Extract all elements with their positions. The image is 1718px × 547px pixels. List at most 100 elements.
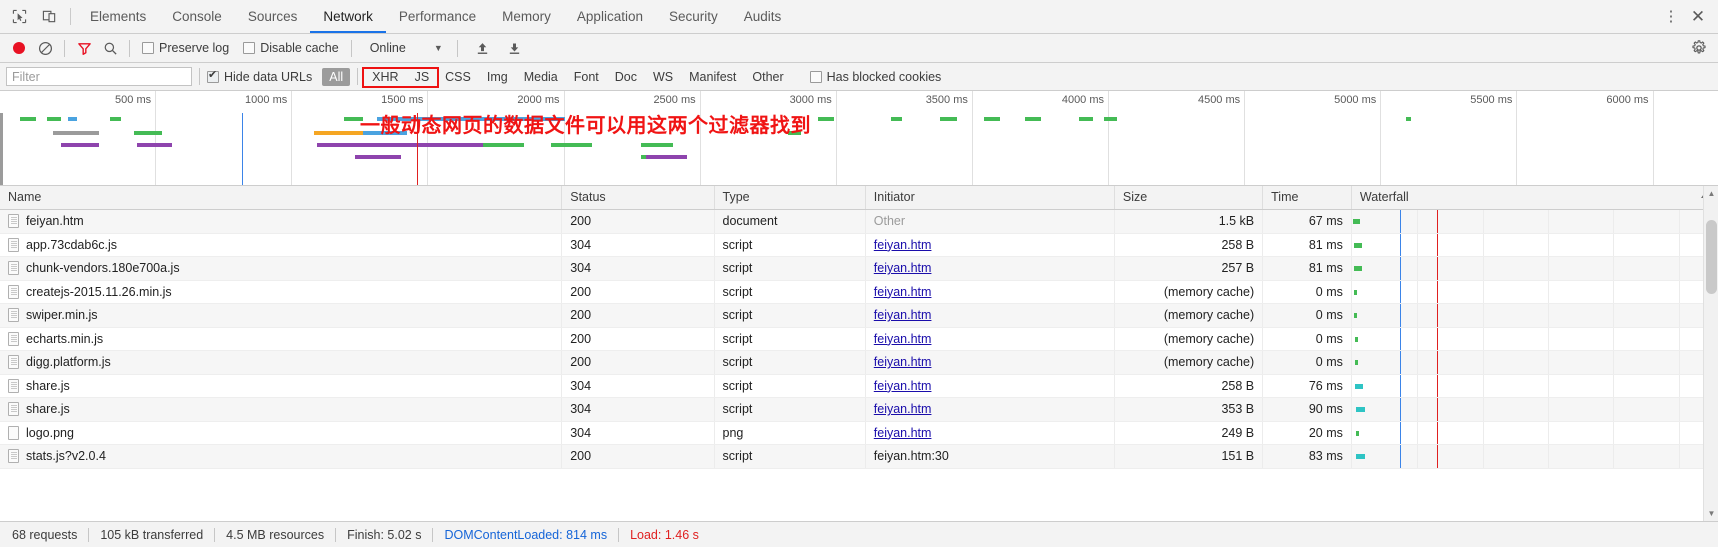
table-row[interactable]: logo.png 304 png feiyan.htm 249 B 20 ms — [0, 421, 1718, 445]
preserve-log-checkbox[interactable]: Preserve log — [142, 41, 229, 55]
type-filter-font[interactable]: Font — [567, 68, 606, 86]
table-row[interactable]: digg.platform.js 200 script feiyan.htm (memo… — [0, 350, 1718, 375]
cell-name[interactable]: createjs-2015.11.26.min.js — [0, 280, 563, 304]
waterfall-gridline — [1613, 374, 1615, 397]
export-har-icon[interactable] — [502, 35, 528, 61]
scroll-down-icon[interactable]: ▼ — [1704, 506, 1718, 521]
cell-status: 304 — [561, 421, 715, 445]
cell-name[interactable]: app.73cdab6c.js — [0, 233, 563, 257]
tab-application[interactable]: Application — [564, 0, 656, 33]
waterfall-bar — [1356, 454, 1366, 459]
waterfall-gridline — [1613, 280, 1615, 303]
table-row[interactable]: createjs-2015.11.26.min.js 200 script feiya… — [0, 280, 1718, 304]
throttling-dropdown[interactable]: Online ▼ — [370, 41, 443, 55]
tab-memory[interactable]: Memory — [489, 0, 564, 33]
cell-name[interactable]: share.js — [0, 374, 563, 398]
type-filter-xhr[interactable]: XHR — [365, 68, 405, 86]
cell-status: 200 — [561, 303, 715, 328]
cell-initiator: feiyan.htm — [865, 350, 1115, 375]
filter-funnel-icon[interactable] — [71, 35, 97, 61]
waterfall-gridline — [1482, 351, 1484, 374]
type-filter-img[interactable]: Img — [480, 68, 515, 86]
tab-sources[interactable]: Sources — [235, 0, 311, 33]
cell-name[interactable]: logo.png — [0, 421, 563, 445]
table-row[interactable]: share.js 304 script feiyan.htm 353 B 90 ms — [0, 397, 1718, 422]
overview-request-bar — [20, 117, 37, 121]
initiator-link[interactable]: feiyan.htm — [874, 308, 932, 322]
cell-name[interactable]: swiper.min.js — [0, 303, 563, 328]
type-filter-manifest[interactable]: Manifest — [682, 68, 743, 86]
close-icon[interactable]: ✕ — [1684, 8, 1712, 25]
tab-performance[interactable]: Performance — [386, 0, 489, 33]
initiator-link[interactable]: feiyan.htm — [874, 261, 932, 275]
request-name: app.73cdab6c.js — [26, 237, 118, 252]
search-icon[interactable] — [97, 35, 123, 61]
request-name: feiyan.htm — [26, 214, 84, 229]
initiator-link[interactable]: feiyan.htm — [874, 379, 932, 393]
table-row[interactable]: stats.js?v2.0.4 200 script feiyan.htm:30 151… — [0, 444, 1718, 469]
cell-name[interactable]: echarts.min.js — [0, 327, 563, 351]
waterfall-marker-domcontentloaded — [1399, 210, 1401, 233]
more-options-icon[interactable]: ⋮ — [1658, 9, 1684, 24]
table-vertical-scrollbar[interactable]: ▲ ▼ — [1703, 186, 1718, 521]
tab-elements[interactable]: Elements — [77, 0, 159, 33]
initiator-link[interactable]: feiyan.htm — [874, 285, 932, 299]
column-header-name[interactable]: Name — [0, 186, 563, 210]
hide-data-urls-checkbox[interactable]: Hide data URLs — [207, 69, 312, 84]
cell-name[interactable]: digg.platform.js — [0, 350, 563, 375]
column-header-initiator[interactable]: Initiator — [865, 186, 1115, 210]
inspect-element-icon[interactable] — [4, 0, 34, 33]
type-filter-js[interactable]: JS — [408, 68, 437, 86]
initiator-link[interactable]: feiyan.htm — [874, 238, 932, 252]
table-row[interactable]: echarts.min.js 200 script feiyan.htm (memory… — [0, 327, 1718, 351]
table-row[interactable]: feiyan.htm 200 document Other 1.5 kB 67 ms — [0, 209, 1718, 234]
overview-selection-left-handle[interactable] — [0, 113, 3, 185]
cell-name[interactable]: stats.js?v2.0.4 — [0, 444, 563, 469]
tab-network[interactable]: Network — [310, 0, 386, 33]
import-har-icon[interactable] — [470, 35, 496, 61]
record-icon[interactable] — [6, 35, 32, 61]
type-filter-media[interactable]: Media — [517, 68, 565, 86]
initiator-link[interactable]: feiyan.htm — [874, 355, 932, 369]
scrollbar-thumb[interactable] — [1706, 220, 1717, 294]
tab-audits[interactable]: Audits — [731, 0, 795, 33]
gear-icon[interactable] — [1686, 35, 1712, 61]
table-row[interactable]: share.js 304 script feiyan.htm 258 B 76 ms — [0, 374, 1718, 398]
type-filter-other[interactable]: Other — [745, 68, 790, 86]
network-overview-timeline[interactable]: 500 ms 1000 ms 1500 ms 2000 ms 2500 ms 3000 m… — [0, 91, 1718, 186]
device-toolbar-icon[interactable] — [34, 0, 64, 33]
cell-time: 20 ms — [1262, 421, 1352, 445]
cell-name[interactable]: feiyan.htm — [0, 209, 563, 234]
initiator-link[interactable]: feiyan.htm — [874, 426, 932, 440]
column-header-waterfall[interactable]: Waterfall — [1351, 186, 1718, 210]
initiator-link[interactable]: feiyan.htm — [874, 332, 932, 346]
chevron-down-icon: ▼ — [433, 43, 443, 53]
initiator-link[interactable]: feiyan.htm — [874, 402, 932, 416]
type-filter-css[interactable]: CSS — [438, 68, 478, 86]
table-row[interactable]: swiper.min.js 200 script feiyan.htm (memory … — [0, 303, 1718, 328]
type-filter-all[interactable]: All — [322, 67, 351, 86]
column-header-type[interactable]: Type — [714, 186, 866, 210]
table-row[interactable]: chunk-vendors.180e700a.js 304 script feiyan… — [0, 256, 1718, 281]
scroll-up-icon[interactable]: ▲ — [1704, 186, 1718, 201]
resource-type-filters: All XHR JS CSS Img Media Font Doc WS Man… — [321, 66, 791, 88]
has-blocked-cookies-checkbox[interactable]: Has blocked cookies — [809, 70, 941, 84]
table-row[interactable]: app.73cdab6c.js 304 script feiyan.htm 258 B8… — [0, 233, 1718, 257]
cell-name[interactable]: chunk-vendors.180e700a.js — [0, 256, 563, 281]
cell-waterfall — [1351, 421, 1718, 445]
overview-request-bar — [134, 131, 162, 135]
filter-input[interactable] — [6, 67, 192, 86]
column-header-time[interactable]: Time — [1262, 186, 1352, 210]
clear-icon[interactable] — [32, 35, 58, 61]
column-header-status[interactable]: Status — [561, 186, 715, 210]
waterfall-gridline — [1613, 233, 1615, 256]
waterfall-gridline — [1613, 257, 1615, 280]
cell-name[interactable]: share.js — [0, 397, 563, 422]
disable-cache-checkbox[interactable]: Disable cache — [243, 41, 339, 55]
tab-security[interactable]: Security — [656, 0, 731, 33]
tab-console[interactable]: Console — [159, 0, 235, 33]
type-filter-doc[interactable]: Doc — [608, 68, 644, 86]
network-status-bar: 68 requests 105 kB transferred 4.5 MB re… — [0, 521, 1718, 547]
column-header-size[interactable]: Size — [1114, 186, 1264, 210]
type-filter-ws[interactable]: WS — [646, 68, 680, 86]
